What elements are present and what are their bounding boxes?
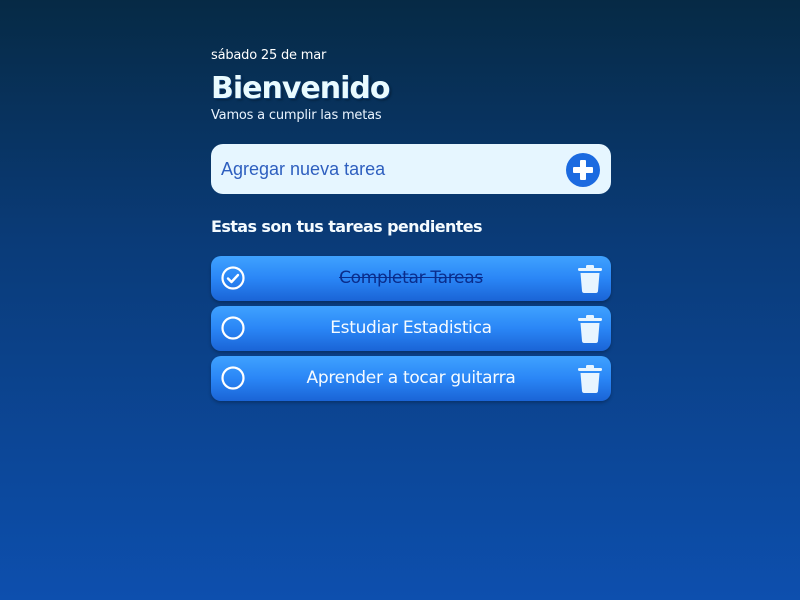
task-item: Estudiar Estadistica — [211, 306, 611, 351]
task-label[interactable]: Estudiar Estadistica — [255, 306, 567, 351]
plus-circle-icon — [573, 160, 593, 180]
task-item: Aprender a tocar guitarra — [211, 356, 611, 401]
trash-icon[interactable] — [578, 265, 602, 293]
todo-app: sábado 25 de mar Bienvenido Vamos a cump… — [211, 46, 611, 406]
empty-circle-icon[interactable] — [221, 366, 245, 390]
add-task-button[interactable] — [566, 153, 600, 187]
task-item: Completar Tareas — [211, 256, 611, 301]
check-circle-icon[interactable] — [221, 266, 245, 290]
trash-icon[interactable] — [578, 315, 602, 343]
task-label[interactable]: Aprender a tocar guitarra — [255, 356, 567, 401]
pending-tasks-heading: Estas son tus tareas pendientes — [211, 217, 483, 236]
task-list: Completar Tareas Estudiar Estadistica Ap… — [211, 256, 611, 401]
task-label[interactable]: Completar Tareas — [255, 256, 567, 301]
new-task-form — [211, 144, 611, 194]
new-task-input[interactable] — [211, 144, 551, 194]
empty-circle-icon[interactable] — [221, 316, 245, 340]
page-subtitle: Vamos a cumplir las metas — [211, 108, 382, 123]
trash-icon[interactable] — [578, 365, 602, 393]
current-date: sábado 25 de mar — [211, 48, 327, 63]
page-title: Bienvenido — [211, 71, 390, 106]
